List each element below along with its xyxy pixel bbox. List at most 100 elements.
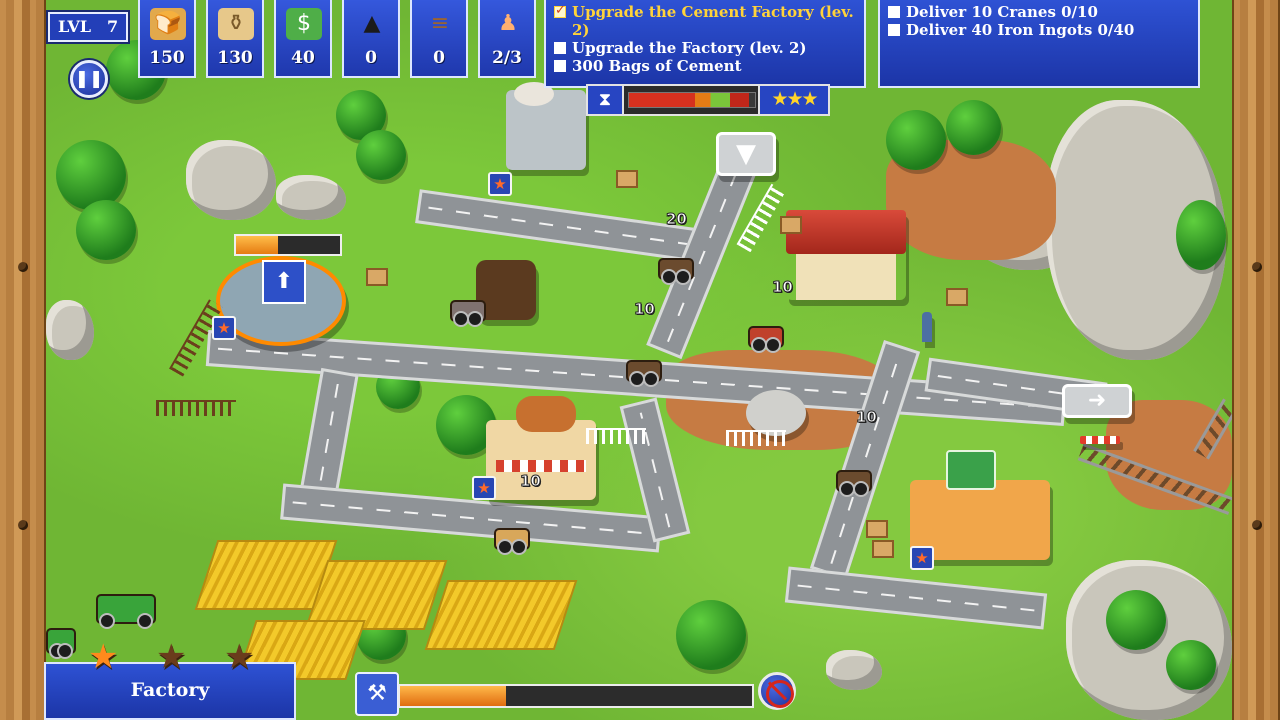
- goal-item: Upgrade the Factory (lev. 2): [552, 39, 858, 57]
- resource-value: 40: [291, 48, 315, 68]
- cement-factory[interactable]: [506, 82, 586, 170]
- wood-frame-right: [1232, 0, 1280, 720]
- upgrade-progress-fill: [400, 686, 506, 706]
- resource-value: 150: [149, 48, 185, 68]
- resource-workers: ♟ 2/3: [478, 0, 536, 78]
- delivery-truck[interactable]: [494, 528, 530, 555]
- tree: [886, 110, 946, 170]
- cargo-value-badge: 10: [520, 472, 542, 491]
- rank-star-empty-icon: ★: [224, 637, 255, 677]
- goal-item: 300 Bags of Cement: [552, 57, 858, 75]
- resource-value: 0: [433, 48, 445, 68]
- tree: [1176, 200, 1226, 270]
- worker-figure[interactable]: [922, 312, 932, 342]
- resource-money: $ 40: [274, 0, 332, 78]
- crate: [366, 268, 388, 286]
- goal-item: Deliver 10 Cranes 0/10: [886, 3, 1192, 21]
- resource-value: 0: [365, 48, 377, 68]
- coal-pile-icon: ▲: [363, 11, 381, 36]
- delivery-truck[interactable]: [658, 258, 694, 285]
- goal-text: Upgrade the Cement Factory (lev. 2): [572, 3, 854, 39]
- factory-production-fill: [236, 236, 278, 254]
- level-value: 7: [107, 17, 119, 36]
- fence: [156, 400, 236, 416]
- road: [280, 483, 662, 553]
- cash-register-icon: [946, 450, 996, 490]
- crate: [616, 170, 638, 188]
- road: [784, 566, 1048, 630]
- checkbox-icon: [888, 6, 900, 18]
- star-pin-icon[interactable]: ★: [472, 476, 496, 500]
- nail-icon: [18, 262, 28, 272]
- green-tractor[interactable]: [46, 628, 76, 659]
- tree: [76, 200, 136, 260]
- level-timer: ⧗ ★★★: [586, 84, 830, 116]
- bread-icon: 🍞: [150, 8, 186, 40]
- delivery-truck[interactable]: [836, 470, 872, 497]
- upgrade-hammer-icon[interactable]: ⚒: [355, 672, 399, 716]
- rank-star-empty-icon: ★: [156, 637, 187, 677]
- tree: [56, 140, 126, 210]
- rock-formation: [186, 140, 276, 220]
- checkbox-icon: [554, 60, 566, 72]
- nail-icon: [1252, 520, 1262, 530]
- goal-text: 300 Bags of Cement: [572, 57, 742, 75]
- goal-text: Upgrade the Factory (lev. 2): [572, 39, 807, 57]
- tree: [1106, 590, 1166, 650]
- upgrade-progress-bar: [398, 684, 754, 708]
- crate: [866, 520, 888, 538]
- goal-item: Deliver 40 Iron Ingots 0/40: [886, 21, 1192, 39]
- bakery[interactable]: [486, 396, 596, 500]
- star-pin-icon[interactable]: ★: [212, 316, 236, 340]
- resource-wood: ≡ 0: [410, 0, 468, 78]
- resource-flour: ⚱ 130: [206, 0, 264, 78]
- goals-panel-left: Upgrade the Cement Factory (lev. 2) Upgr…: [544, 0, 866, 88]
- goal-item: Upgrade the Cement Factory (lev. 2): [552, 2, 858, 39]
- farmhouse[interactable]: [786, 210, 906, 300]
- timer-bar: [628, 92, 756, 108]
- factory-production-bar: [234, 234, 342, 256]
- rock-formation: [826, 650, 882, 690]
- delivery-truck[interactable]: [748, 326, 784, 353]
- logs-icon: ≡: [430, 11, 450, 36]
- tractor[interactable]: [450, 300, 486, 327]
- rail-barrier: [1080, 436, 1120, 444]
- selected-building-name: Factory: [130, 679, 210, 701]
- map-exit-arrow-icon: ➜: [1062, 384, 1132, 418]
- rock-formation: [46, 300, 94, 360]
- wall: [796, 254, 896, 300]
- resource-value: 130: [217, 48, 253, 68]
- worker-icon: ♟: [498, 11, 518, 36]
- fence: [726, 430, 786, 446]
- pause-icon: ❚❚: [74, 69, 104, 89]
- cancel-upgrade-button[interactable]: [758, 672, 796, 710]
- star-pin-icon[interactable]: ★: [910, 546, 934, 570]
- tree: [1166, 640, 1216, 690]
- nail-icon: [18, 520, 28, 530]
- timer-fill: [629, 93, 749, 107]
- crate: [872, 540, 894, 558]
- nail-icon: [1252, 262, 1262, 272]
- green-tractor[interactable]: [96, 594, 156, 629]
- bread-sign: [516, 396, 576, 432]
- upgrade-arrow-icon[interactable]: ⬆: [262, 260, 306, 304]
- goal-text: Deliver 10 Cranes 0/10: [906, 3, 1098, 21]
- fence: [586, 428, 646, 444]
- crate: [780, 216, 802, 234]
- level-indicator: LVL 7: [48, 12, 128, 42]
- wheat-field[interactable]: [424, 580, 578, 650]
- cargo-value-badge: 20: [666, 210, 688, 229]
- tree: [946, 100, 1001, 155]
- delivery-truck[interactable]: [626, 360, 662, 387]
- resource-coal: ▲ 0: [342, 0, 400, 78]
- checkbox-icon: [554, 42, 566, 54]
- level-label: LVL: [58, 17, 92, 36]
- rank-star-filled-icon: ★: [88, 637, 119, 677]
- pause-button[interactable]: ❚❚: [70, 60, 108, 98]
- map-entry-arrow-icon: ▼: [716, 132, 776, 176]
- tree: [676, 600, 746, 670]
- goals-panel-right: Deliver 10 Cranes 0/10 Deliver 40 Iron I…: [878, 0, 1200, 88]
- cargo-value-badge: 10: [634, 300, 656, 319]
- timer-stars-icon: ★★★: [758, 86, 828, 114]
- star-pin-icon[interactable]: ★: [488, 172, 512, 196]
